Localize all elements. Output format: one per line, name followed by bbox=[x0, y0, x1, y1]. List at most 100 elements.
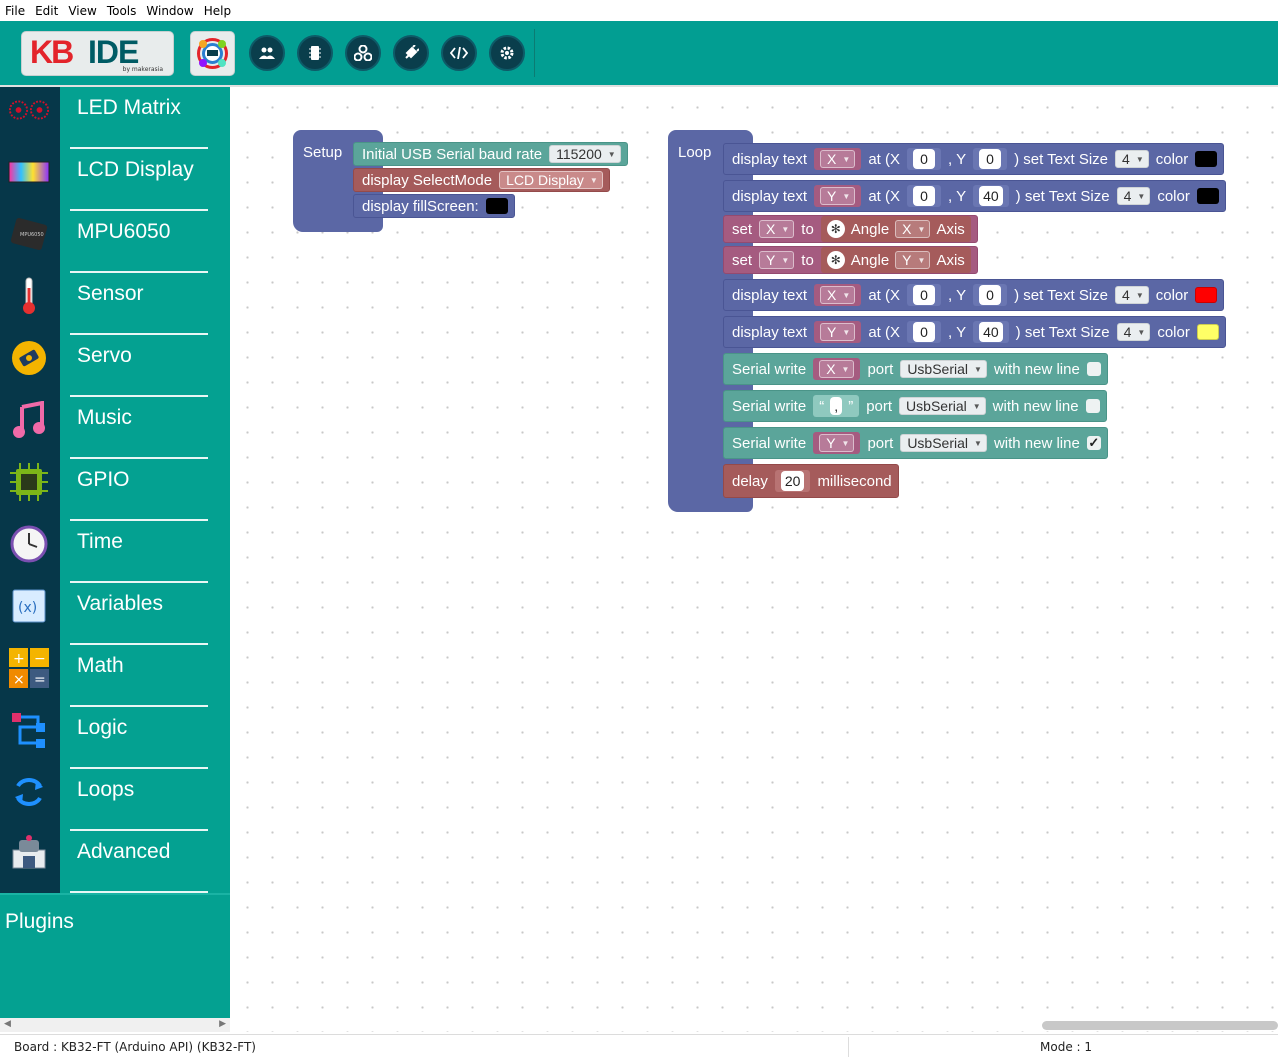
axis-dropdown[interactable]: Y ▼ bbox=[895, 251, 931, 269]
angle-block[interactable]: ✻ Angle X ▼ Axis bbox=[820, 216, 971, 242]
number-block[interactable]: 0 bbox=[907, 321, 941, 343]
menu-tools[interactable]: Tools bbox=[102, 4, 142, 18]
plugins-section[interactable]: Plugins bbox=[0, 893, 230, 1018]
number-input[interactable]: 40 bbox=[979, 322, 1003, 342]
string-input[interactable]: , bbox=[830, 397, 843, 415]
category-loops[interactable]: Loops bbox=[70, 769, 208, 831]
text-size-dropdown[interactable]: 4 ▼ bbox=[1116, 187, 1151, 205]
mascot-icon[interactable] bbox=[190, 31, 235, 76]
var-getter[interactable]: X ▼ bbox=[813, 358, 861, 380]
number-input[interactable]: 0 bbox=[913, 322, 935, 342]
sidebar-horizontal-scrollbar[interactable]: ◀ ▶ bbox=[0, 1018, 230, 1032]
clock-icon[interactable] bbox=[8, 523, 50, 565]
number-input[interactable]: 0 bbox=[913, 149, 935, 169]
number-input[interactable]: 40 bbox=[979, 186, 1003, 206]
plug-icon[interactable] bbox=[393, 35, 429, 71]
number-block[interactable]: 0 bbox=[907, 185, 941, 207]
blocks-workspace[interactable]: Setup Initial USB Serial baud rate 11520… bbox=[230, 87, 1278, 1032]
category-lcd-display[interactable]: LCD Display bbox=[70, 149, 208, 211]
var-dropdown[interactable]: Y ▼ bbox=[759, 251, 795, 269]
led-matrix-icon[interactable] bbox=[8, 89, 50, 131]
number-block[interactable]: 0 bbox=[973, 284, 1008, 306]
text-size-dropdown[interactable]: 4 ▼ bbox=[1115, 286, 1149, 304]
network-icon[interactable] bbox=[345, 35, 381, 71]
var-getter[interactable]: Y ▼ bbox=[813, 432, 861, 454]
fill-color-swatch[interactable] bbox=[485, 198, 508, 214]
category-logic[interactable]: Logic bbox=[70, 707, 208, 769]
var-dropdown[interactable]: X ▼ bbox=[820, 150, 856, 168]
category-time[interactable]: Time bbox=[70, 521, 208, 583]
number-input[interactable]: 0 bbox=[979, 285, 1002, 305]
users-icon[interactable] bbox=[249, 35, 285, 71]
menu-file[interactable]: File bbox=[0, 4, 30, 18]
serial-write-block[interactable]: Serial write X ▼ port UsbSerial ▼ with new… bbox=[723, 353, 1108, 385]
category-mpu6050[interactable]: MPU6050 bbox=[70, 211, 208, 273]
mpu6050-icon[interactable]: MPU6050 bbox=[8, 213, 50, 255]
category-servo[interactable]: Servo bbox=[70, 335, 208, 397]
var-getter[interactable]: X ▼ bbox=[814, 148, 862, 170]
angle-block[interactable]: ✻ Angle Y ▼ Axis bbox=[820, 247, 971, 273]
color-swatch[interactable] bbox=[1196, 188, 1219, 204]
var-getter[interactable]: X ▼ bbox=[814, 284, 862, 306]
fill-screen-block[interactable]: display fillScreen: bbox=[353, 194, 515, 218]
delay-input[interactable]: 20 bbox=[780, 471, 805, 491]
new-line-checkbox[interactable] bbox=[1086, 362, 1101, 376]
text-size-dropdown[interactable]: 4 ▼ bbox=[1115, 150, 1149, 168]
number-input[interactable]: 0 bbox=[979, 149, 1002, 169]
delay-block[interactable]: delay 20 millisecond bbox=[723, 464, 899, 498]
advanced-icon[interactable] bbox=[8, 833, 50, 875]
port-dropdown[interactable]: UsbSerial ▼ bbox=[900, 434, 987, 452]
number-input[interactable]: 0 bbox=[913, 186, 935, 206]
code-icon[interactable] bbox=[441, 35, 477, 71]
text-size-dropdown[interactable]: 4 ▼ bbox=[1116, 323, 1151, 341]
var-getter[interactable]: Y ▼ bbox=[814, 321, 862, 343]
display-text-block[interactable]: display text Y ▼ at (X 0 , Y 40 ) set Tex… bbox=[723, 180, 1226, 212]
thermometer-icon[interactable] bbox=[8, 275, 50, 317]
number-block[interactable]: 40 bbox=[973, 321, 1009, 343]
music-icon[interactable] bbox=[8, 399, 50, 441]
serial-write-block[interactable]: Serial write “ , ” port UsbSerial ▼ with … bbox=[723, 390, 1107, 422]
var-getter[interactable]: Y ▼ bbox=[814, 185, 862, 207]
category-variables[interactable]: Variables bbox=[70, 583, 208, 645]
category-math[interactable]: Math bbox=[70, 645, 208, 707]
display-text-block[interactable]: display text X ▼ at (X 0 , Y 0 ) set Text… bbox=[723, 143, 1225, 175]
scroll-right-arrow-icon[interactable]: ▶ bbox=[219, 1019, 226, 1029]
logic-icon[interactable] bbox=[8, 709, 50, 751]
number-block[interactable]: 0 bbox=[907, 148, 941, 170]
gpio-chip-icon[interactable] bbox=[8, 461, 50, 503]
number-block[interactable]: 0 bbox=[907, 284, 941, 306]
number-input[interactable]: 0 bbox=[913, 285, 935, 305]
number-block[interactable]: 20 bbox=[774, 470, 811, 492]
variables-icon[interactable]: (x) bbox=[8, 585, 50, 627]
selectmode-dropdown[interactable]: LCD Display ▼ bbox=[499, 171, 603, 189]
display-text-block[interactable]: display text X ▼ at (X 0 , Y 0 ) set Text… bbox=[723, 279, 1225, 311]
display-text-block[interactable]: display text Y ▼ at (X 0 , Y 40 ) set Tex… bbox=[723, 316, 1226, 348]
string-block[interactable]: “ , ” bbox=[813, 395, 860, 417]
color-swatch[interactable] bbox=[1195, 151, 1218, 167]
lcd-display-icon[interactable] bbox=[8, 151, 50, 193]
color-swatch[interactable] bbox=[1196, 324, 1219, 340]
var-dropdown[interactable]: X ▼ bbox=[819, 360, 855, 378]
servo-icon[interactable] bbox=[8, 337, 50, 379]
category-gpio[interactable]: GPIO bbox=[70, 459, 208, 521]
set-variable-block[interactable]: set Y ▼ to ✻ Angle Y ▼ Axis bbox=[723, 246, 978, 274]
category-advanced[interactable]: Advanced bbox=[70, 831, 208, 893]
port-dropdown[interactable]: UsbSerial ▼ bbox=[900, 360, 987, 378]
axis-dropdown[interactable]: X ▼ bbox=[895, 220, 931, 238]
menu-edit[interactable]: Edit bbox=[30, 4, 63, 18]
workspace-horizontal-scrollbar[interactable] bbox=[1042, 1021, 1278, 1030]
var-dropdown[interactable]: X ▼ bbox=[820, 286, 856, 304]
port-dropdown[interactable]: UsbSerial ▼ bbox=[899, 397, 986, 415]
menu-window[interactable]: Window bbox=[141, 4, 198, 18]
var-dropdown[interactable]: Y ▼ bbox=[820, 187, 856, 205]
serial-write-block[interactable]: Serial write Y ▼ port UsbSerial ▼ with new… bbox=[723, 427, 1108, 459]
baud-dropdown[interactable]: 115200 ▼ bbox=[549, 145, 621, 163]
new-line-checkbox[interactable] bbox=[1085, 399, 1100, 413]
chip-icon[interactable] bbox=[297, 35, 333, 71]
set-variable-block[interactable]: set X ▼ to ✻ Angle X ▼ Axis bbox=[723, 215, 978, 243]
var-dropdown[interactable]: X ▼ bbox=[759, 220, 795, 238]
category-music[interactable]: Music bbox=[70, 397, 208, 459]
scroll-left-arrow-icon[interactable]: ◀ bbox=[4, 1019, 11, 1029]
loops-icon[interactable] bbox=[8, 771, 50, 813]
number-block[interactable]: 40 bbox=[973, 185, 1009, 207]
